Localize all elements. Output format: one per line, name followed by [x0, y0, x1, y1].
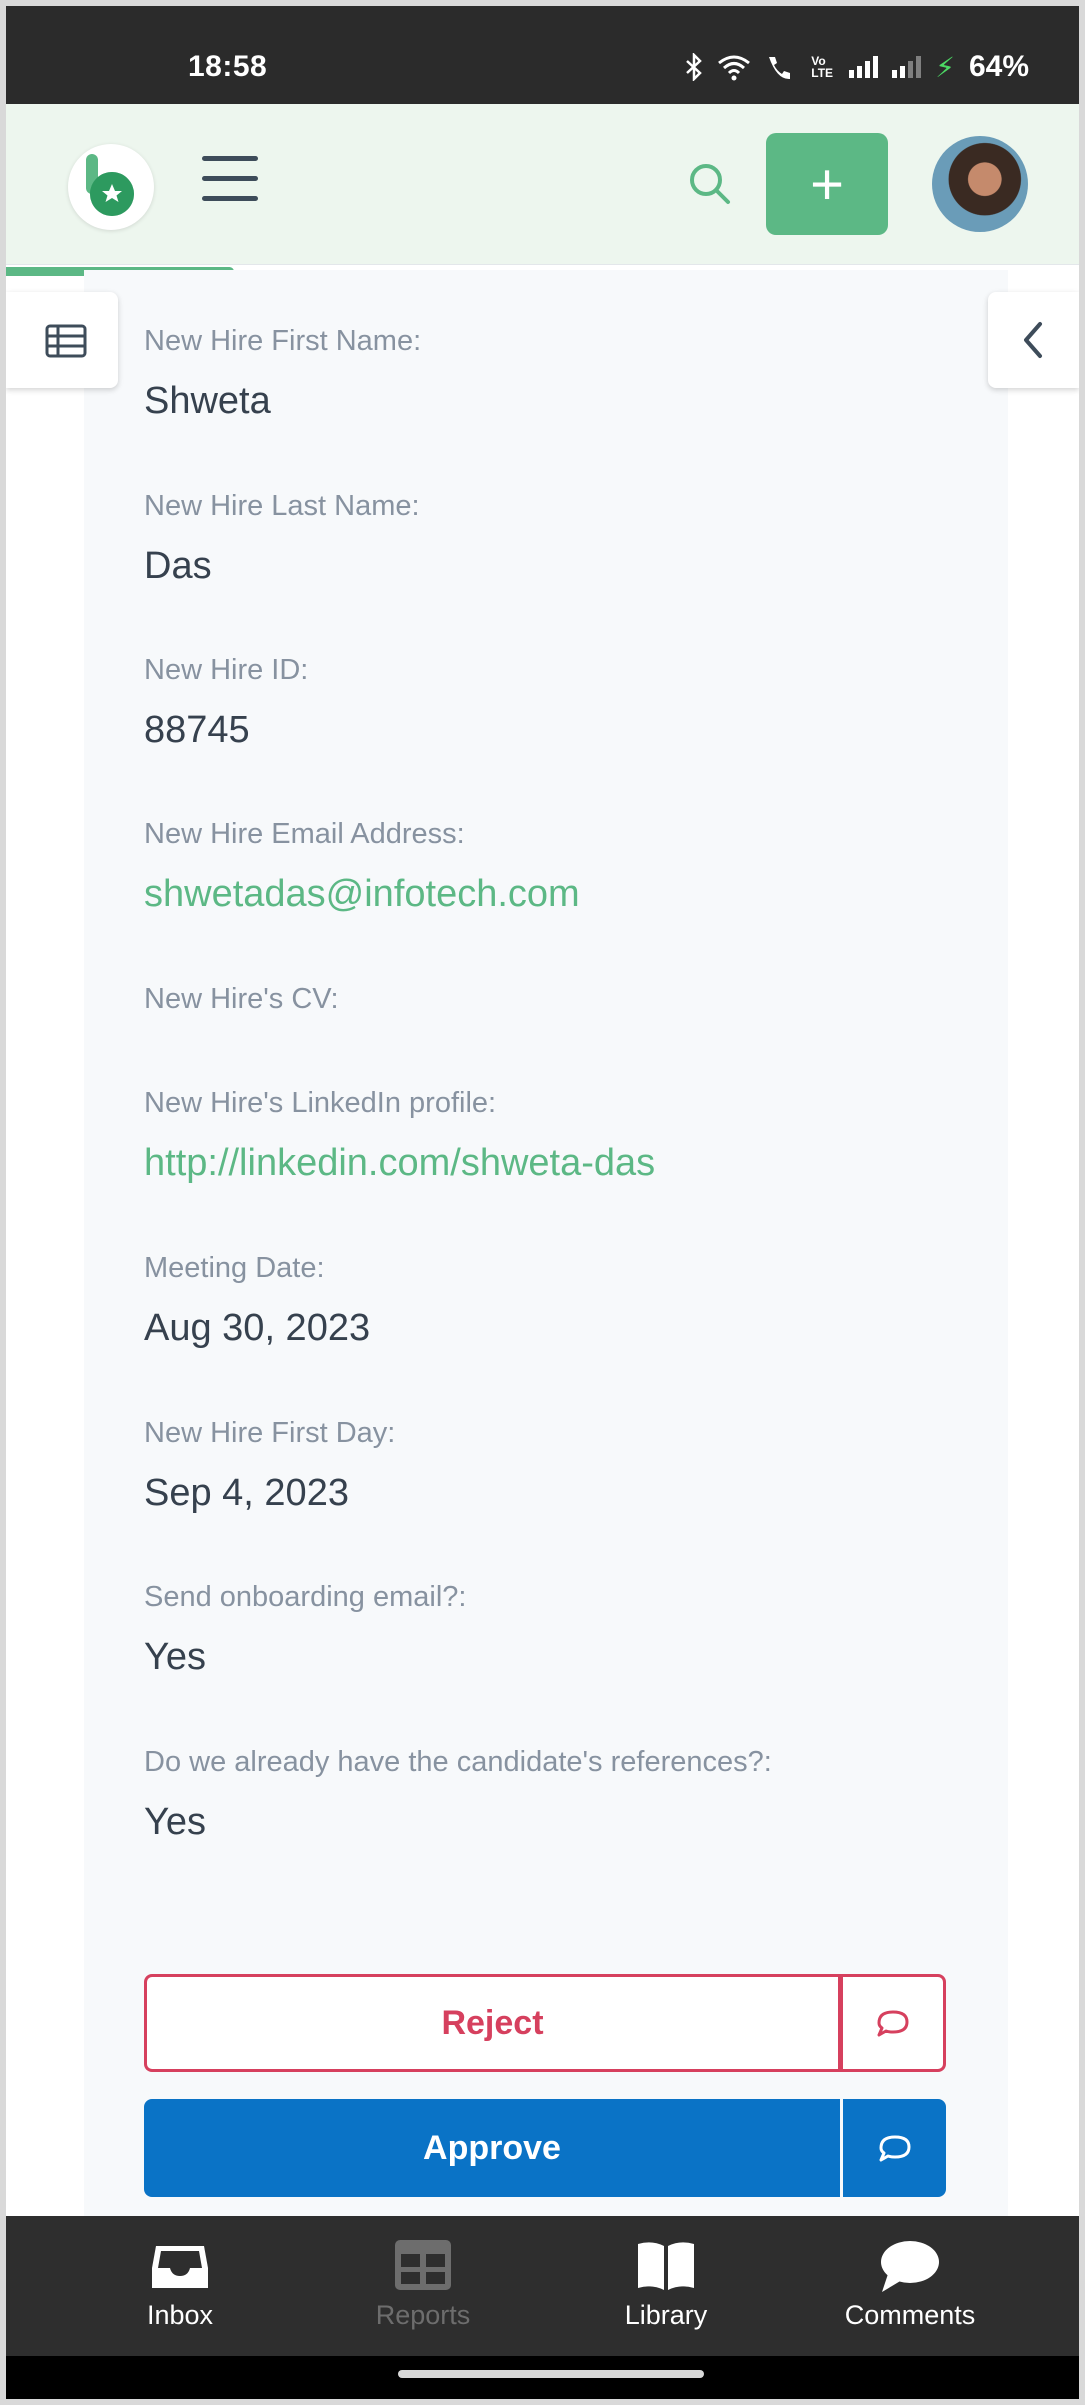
request-details-card: New Hire First Name: Shweta New Hire Las… — [84, 270, 1008, 2218]
battery-percent: 64% — [968, 50, 1029, 83]
field-email: New Hire Email Address: shwetadas@infote… — [144, 818, 964, 916]
field-first-day: New Hire First Day: Sep 4, 2023 — [144, 1417, 964, 1515]
avatar[interactable] — [932, 136, 1028, 232]
charging-icon: ⚡ — [935, 51, 955, 83]
approve-comment-button[interactable] — [843, 2099, 946, 2197]
reject-row: Reject — [144, 1974, 946, 2072]
field-new-hire-id: New Hire ID: 88745 — [144, 654, 964, 752]
field-label: Send onboarding email?: — [144, 1581, 467, 1613]
field-last-name: New Hire Last Name: Das — [144, 490, 964, 588]
volte-icon: Vo LTE — [811, 54, 834, 80]
field-value: Shweta — [144, 380, 271, 422]
nav-label: Reports — [375, 2300, 471, 2330]
table-icon — [45, 324, 87, 358]
status-time: 18:58 — [188, 50, 268, 83]
field-label: Meeting Date: — [144, 1252, 325, 1284]
nav-label: Comments — [844, 2300, 976, 2330]
status-icons: Vo LTE ⚡ 64% — [685, 50, 1029, 84]
collapse-panel-tab[interactable] — [988, 292, 1079, 388]
list-view-tab[interactable] — [6, 292, 118, 388]
signal-icon — [849, 56, 879, 78]
field-label: Do we already have the candidate's refer… — [144, 1746, 772, 1778]
menu-icon[interactable] — [202, 156, 258, 204]
field-value: 88745 — [144, 709, 250, 751]
field-linkedin: New Hire's LinkedIn profile: http://link… — [144, 1087, 964, 1185]
field-label: New Hire ID: — [144, 654, 309, 686]
field-cv: New Hire's CV: — [144, 983, 964, 1016]
field-label: New Hire Last Name: — [144, 490, 420, 522]
wifi-call-icon — [769, 57, 791, 80]
logo-icon — [86, 154, 134, 216]
reject-comment-button[interactable] — [838, 1974, 946, 2072]
field-value: Yes — [144, 1636, 206, 1678]
comment-bubble-icon — [881, 2241, 939, 2292]
linkedin-link[interactable]: http://linkedin.com/shweta-das — [144, 1142, 964, 1185]
home-indicator[interactable] — [398, 2370, 704, 2378]
search-icon[interactable] — [682, 156, 738, 212]
nav-library[interactable]: Library — [566, 2216, 766, 2356]
nav-reports[interactable]: Reports — [323, 2216, 523, 2356]
field-value: Sep 4, 2023 — [144, 1472, 349, 1514]
field-label: New Hire First Day: — [144, 1417, 396, 1449]
field-meeting-date: Meeting Date: Aug 30, 2023 — [144, 1252, 964, 1350]
status-bar: 18:58 Vo LTE ⚡ 64% — [6, 0, 1079, 104]
comment-icon — [877, 2010, 909, 2037]
wifi-icon — [718, 55, 751, 81]
app-header: + — [6, 104, 1079, 265]
app-logo[interactable] — [68, 144, 154, 230]
nav-label: Inbox — [146, 2300, 214, 2330]
reports-icon — [395, 2240, 451, 2290]
field-value: Yes — [144, 1801, 206, 1843]
nav-inbox[interactable]: Inbox — [80, 2216, 280, 2356]
reject-button[interactable]: Reject — [144, 1974, 838, 2072]
signal-icon — [892, 56, 922, 78]
field-references: Do we already have the candidate's refer… — [144, 1746, 964, 1844]
approve-button[interactable]: Approve — [144, 2099, 840, 2197]
chevron-left-icon — [1024, 322, 1042, 358]
field-label: New Hire First Name: — [144, 325, 422, 357]
approve-row: Approve — [144, 2099, 946, 2197]
field-label: New Hire's CV: — [144, 983, 339, 1015]
field-label: New Hire Email Address: — [144, 818, 465, 850]
book-icon — [638, 2242, 694, 2290]
add-button[interactable]: + — [766, 133, 888, 235]
bluetooth-icon — [686, 53, 703, 81]
gesture-bar — [6, 2356, 1079, 2399]
inbox-icon — [152, 2246, 208, 2288]
bottom-nav: Inbox Reports Library Comments — [6, 2216, 1079, 2356]
nav-comments[interactable]: Comments — [810, 2216, 1010, 2356]
email-link[interactable]: shwetadas@infotech.com — [144, 873, 964, 916]
field-first-name: New Hire First Name: Shweta — [144, 325, 964, 423]
field-onboarding-email: Send onboarding email?: Yes — [144, 1581, 964, 1679]
field-value: Aug 30, 2023 — [144, 1307, 371, 1349]
comment-icon — [879, 2135, 910, 2162]
field-label: New Hire's LinkedIn profile: — [144, 1087, 497, 1119]
field-value: Das — [144, 545, 212, 587]
nav-label: Library — [624, 2300, 708, 2330]
